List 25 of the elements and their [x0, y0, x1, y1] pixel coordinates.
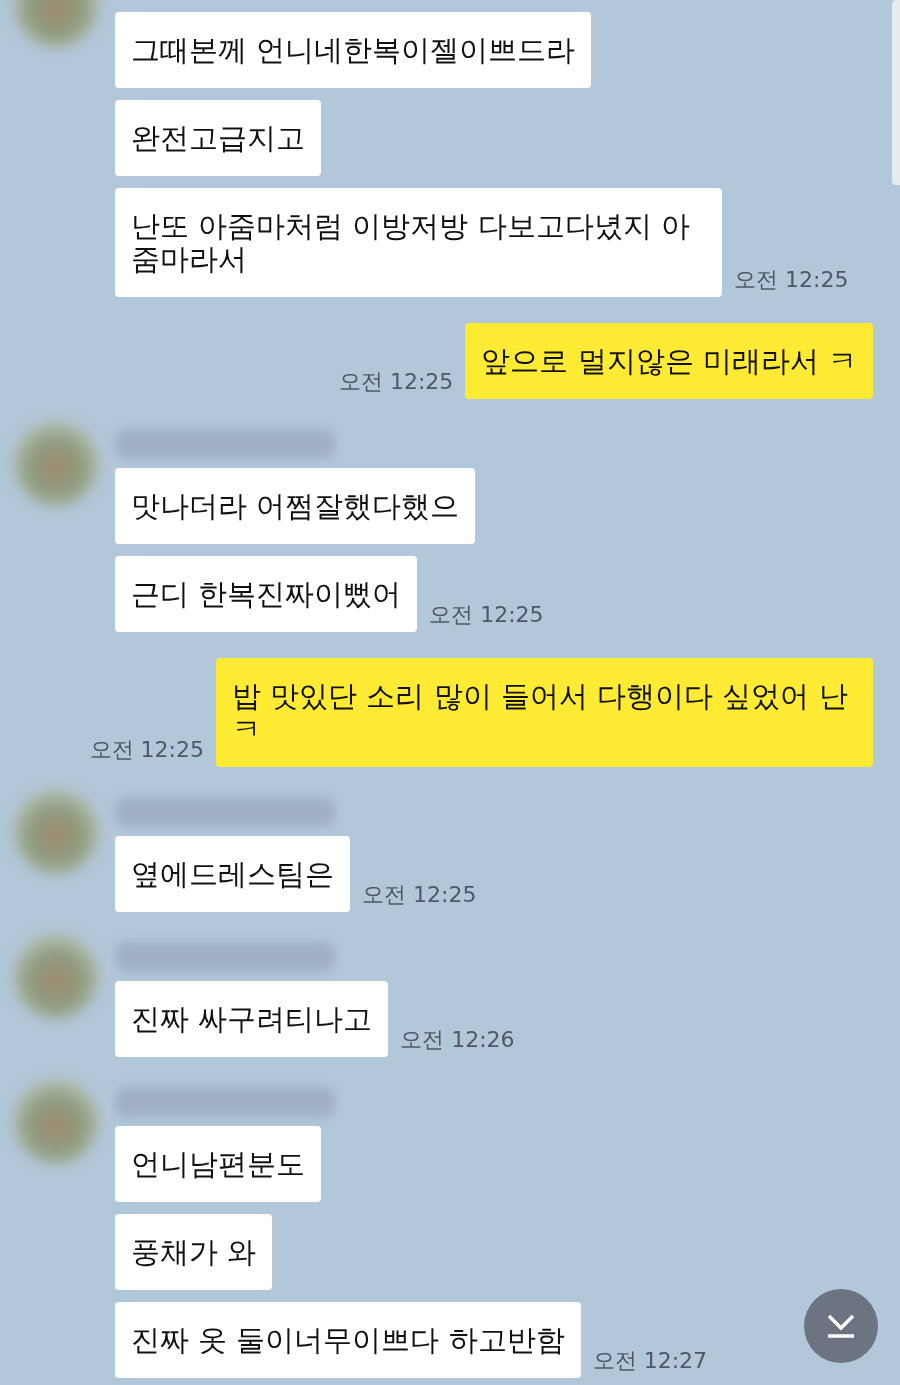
- message-time: 오전 12:25: [338, 368, 454, 396]
- message-bubble: 언니남편분도: [115, 1126, 321, 1202]
- message-bubble: 난또 아줌마처럼 이방저방 다보고다녔지 아줌마라서: [115, 188, 722, 297]
- message-bubble: 진짜 옷 둘이너무이쁘다 하고반함: [115, 1302, 581, 1378]
- message-bubble: 풍채가 와: [115, 1214, 273, 1290]
- message-bubble: 옆에드레스팀은: [115, 836, 350, 912]
- avatar[interactable]: [12, 787, 100, 875]
- message-bubble: 밥 맛있단 소리 많이 들어서 다행이다 싶었어 난 ㅋ: [216, 658, 873, 767]
- message-time: 오전 12:25: [362, 881, 477, 909]
- message-time: 오전 12:25: [89, 736, 204, 764]
- message-time: 오전 12:25: [734, 266, 849, 294]
- avatar[interactable]: [12, 419, 100, 507]
- avatar[interactable]: [12, 932, 100, 1020]
- scrollbar[interactable]: [892, 0, 900, 185]
- message-bubble: 진짜 싸구려티나고: [115, 981, 389, 1057]
- message-time: 오전 12:25: [429, 601, 544, 629]
- message-bubble: 근디 한복진짜이뻤어: [115, 556, 418, 632]
- message-bubble: 맛나더라 어쩜잘했다했으: [115, 468, 476, 544]
- avatar[interactable]: [12, 1077, 100, 1165]
- message-time: 오전 12:26: [400, 1026, 515, 1054]
- message-bubble: 그때본께 언니네한복이젤이쁘드라: [115, 12, 592, 88]
- message-bubble: 앞으로 멀지않은 미래라서 ㅋ: [465, 323, 873, 399]
- message-bubble: 완전고급지고: [115, 100, 321, 176]
- message-time: 오전 12:27: [592, 1347, 708, 1375]
- scroll-down-icon: [826, 1313, 856, 1339]
